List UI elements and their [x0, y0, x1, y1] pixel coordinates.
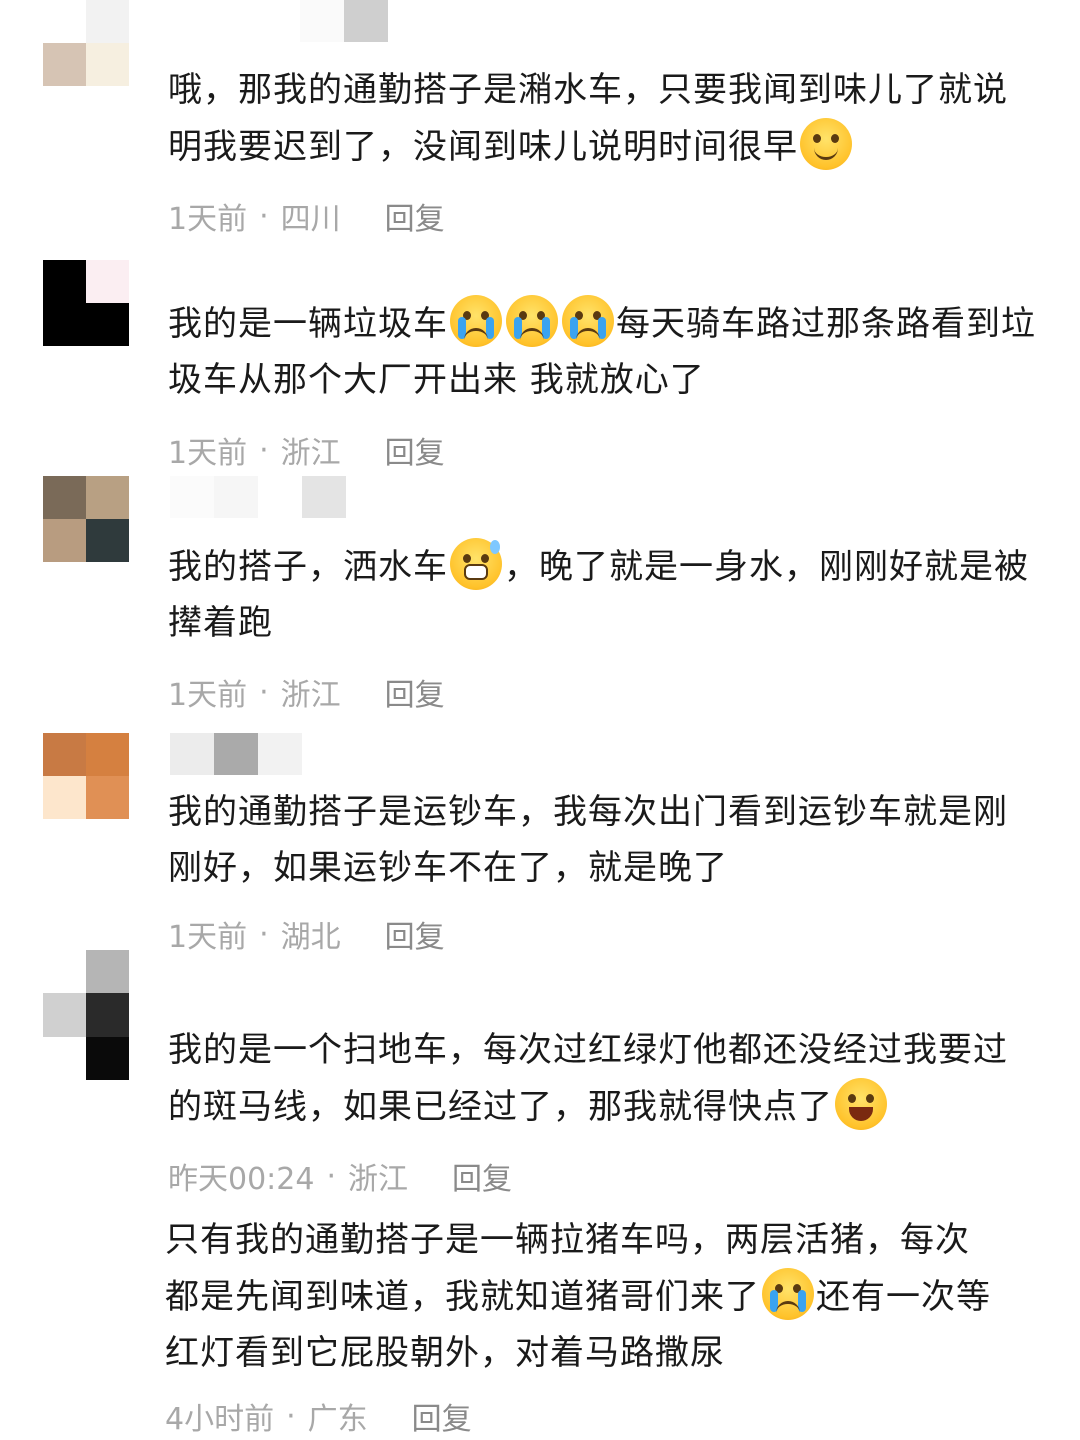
avatar[interactable]: [43, 733, 129, 819]
avatar[interactable]: [43, 950, 129, 1080]
laughing-face-icon: [835, 1078, 887, 1130]
comment-text: 我的通勤搭子是运钞车，我每次出门看到运钞车就是刚刚好，如果运钞车不在了，就是晚了: [168, 792, 1008, 888]
avatar[interactable]: [43, 476, 129, 562]
dizzy-face-icon: [800, 118, 852, 170]
comment-text: 我的搭子，洒水车 ，晚了就是一身水，刚刚好就是被撵着跑: [168, 538, 1038, 651]
loudly-crying-icon: [762, 1268, 814, 1320]
comment-location: 四川: [280, 202, 341, 237]
avatar[interactable]: [43, 260, 129, 346]
comment-location: 浙江: [280, 436, 341, 471]
username[interactable]: [170, 476, 346, 518]
comment-meta: 1天前 · 四川 回复: [168, 194, 445, 238]
comment-time: 4小时前: [165, 1402, 275, 1437]
username[interactable]: [300, 0, 388, 42]
comment-time: 1天前: [168, 920, 248, 955]
comment-meta: 1天前 · 湖北 回复: [168, 912, 445, 956]
crying-face-icon: [450, 295, 502, 347]
comment-location: 广东: [307, 1402, 368, 1437]
crying-face-icon: [506, 295, 558, 347]
comment-text: 我的是一个扫地车，每次过红绿灯他都还没经过我要过的斑马线，如果已经过了，那我就得…: [168, 1022, 1028, 1135]
comment-text: 哦，那我的通勤搭子是潲水车，只要我闻到味儿了就说明我要迟到了，没闻到味儿说明时间…: [168, 62, 1028, 175]
comment-meta: 昨天00:24 · 浙江 回复: [168, 1154, 512, 1198]
comment-time: 1天前: [168, 202, 248, 237]
comment-meta: 1天前 · 浙江 回复: [168, 428, 445, 472]
avatar[interactable]: [43, 0, 129, 86]
reply-button[interactable]: 回复: [385, 912, 445, 956]
comment-text: 只有我的通勤搭子是一辆拉猪车吗，两层活猪，每次都是先闻到味道，我就知道猪哥们来了…: [165, 1220, 991, 1373]
comment-text: 我的是一辆垃圾车 每天骑车路过那条路看到垃圾车从那个大厂开出来 我就放心了: [168, 295, 1038, 408]
comment-location: 湖北: [280, 920, 341, 955]
comment-location: 浙江: [348, 1162, 409, 1197]
grinning-sweat-icon: [450, 538, 502, 590]
reply-button[interactable]: 回复: [385, 670, 445, 714]
reply-button[interactable]: 回复: [412, 1394, 472, 1438]
username[interactable]: [170, 733, 302, 775]
comment-meta: 1天前 · 浙江 回复: [168, 670, 445, 714]
comment-meta: 4小时前 · 广东 回复: [165, 1394, 472, 1438]
comment-time: 昨天00:24: [168, 1162, 315, 1197]
comment-time: 1天前: [168, 436, 248, 471]
comment-location: 浙江: [280, 678, 341, 713]
crying-face-icon: [562, 295, 614, 347]
reply-button[interactable]: 回复: [385, 428, 445, 472]
reply-button[interactable]: 回复: [385, 194, 445, 238]
reply-button[interactable]: 回复: [452, 1154, 512, 1198]
comment-time: 1天前: [168, 678, 248, 713]
